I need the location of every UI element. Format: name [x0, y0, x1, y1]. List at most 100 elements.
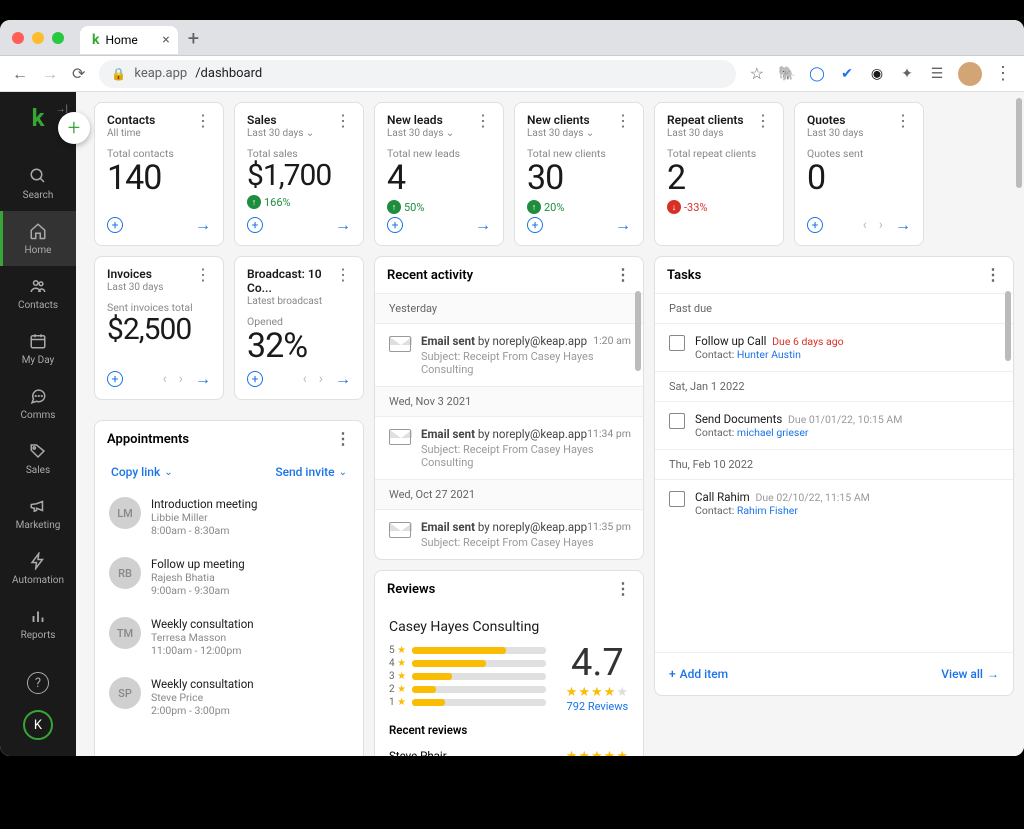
browser-menu-icon[interactable]: ⋮ — [994, 63, 1012, 84]
appointment-item[interactable]: SPWeekly consultationSteve Price2:00pm -… — [107, 667, 351, 727]
side-nav: →| k + SearchHomeContactsMy DayCommsSale… — [0, 92, 76, 756]
kpi-menu-icon[interactable]: ⋮ — [335, 267, 351, 283]
next-icon[interactable]: › — [179, 371, 183, 387]
browser-profile-avatar[interactable] — [958, 62, 982, 86]
activity-menu-icon[interactable]: ⋮ — [615, 267, 631, 283]
kpi-repeat-clients: Repeat clientsLast 30 days⋮Total repeat … — [654, 102, 784, 246]
ext-4-icon[interactable]: ◉ — [868, 65, 886, 83]
help-button[interactable]: ? — [27, 672, 49, 694]
url-field[interactable]: 🔒 keap.app/dashboard — [99, 60, 735, 88]
kpi-menu-icon[interactable]: ⋮ — [475, 113, 491, 129]
reviews-count-link[interactable]: 792 Reviews — [566, 700, 629, 713]
kpi-value: 2 — [667, 158, 771, 198]
maximize-window[interactable] — [52, 32, 64, 44]
prev-icon[interactable]: ‹ — [863, 217, 867, 233]
mail-icon — [389, 522, 411, 538]
task-item[interactable]: Send Documents Due 01/01/22, 10:15 AMCon… — [655, 401, 1013, 449]
task-checkbox[interactable] — [669, 413, 685, 429]
kpi-menu-icon[interactable]: ⋮ — [335, 113, 351, 129]
nav-home[interactable]: Home — [0, 211, 76, 266]
browser-window: k Home × + ← → ⟳ 🔒 keap.app/dashboard ☆ … — [0, 20, 1024, 756]
task-checkbox[interactable] — [669, 491, 685, 507]
arrow-right-icon[interactable]: → — [615, 215, 631, 235]
activity-date-header: Wed, Nov 3 2021 — [375, 386, 643, 416]
calendar-icon — [29, 331, 47, 351]
ext-2-icon[interactable]: ◯ — [808, 65, 826, 83]
add-icon[interactable]: + — [247, 371, 263, 387]
scrollbar[interactable] — [1005, 291, 1011, 361]
recent-review-item[interactable]: Steve Phair★★★★★ — [389, 743, 629, 756]
add-icon[interactable]: + — [247, 217, 263, 233]
forward-button[interactable]: → — [42, 64, 58, 84]
nav-marketing[interactable]: Marketing — [0, 486, 76, 541]
appointment-item[interactable]: LMIntroduction meetingLibbie Miller8:00a… — [107, 487, 351, 547]
kpi-menu-icon[interactable]: ⋮ — [755, 113, 771, 129]
scrollbar[interactable] — [635, 291, 641, 371]
back-button[interactable]: ← — [12, 64, 28, 84]
task-date-header: Past due — [655, 293, 1013, 323]
ext-puzzle-icon[interactable]: ✦ — [898, 65, 916, 83]
kpi-quotes: QuotesLast 30 days⋮Quotes sent0+‹›→ — [794, 102, 924, 246]
nav-contacts[interactable]: Contacts — [0, 266, 76, 321]
add-icon[interactable]: + — [527, 217, 543, 233]
reviews-menu-icon[interactable]: ⋮ — [615, 581, 631, 597]
quick-add-button[interactable]: + — [58, 112, 90, 144]
task-item[interactable]: Follow up Call Due 6 days agoContact: Hu… — [655, 323, 1013, 371]
ext-evernote-icon[interactable]: 🐘 — [778, 65, 796, 83]
nav-reports[interactable]: Reports — [0, 596, 76, 651]
view-all-tasks-button[interactable]: View all → — [941, 667, 999, 681]
kpi-menu-icon[interactable]: ⋮ — [195, 267, 211, 283]
copy-link-button[interactable]: Copy link ⌄ — [111, 465, 173, 479]
arrow-right-icon[interactable]: → — [335, 369, 351, 389]
activity-item[interactable]: Email sent by noreply@keap.appSubject: R… — [375, 509, 643, 559]
app-logo[interactable]: k — [18, 104, 58, 132]
tasks-menu-icon[interactable]: ⋮ — [985, 267, 1001, 283]
task-item[interactable]: Call Rahim Due 02/10/22, 11:15 AMContact… — [655, 479, 1013, 527]
reload-button[interactable]: ⟳ — [72, 64, 85, 83]
appointments-menu-icon[interactable]: ⋮ — [335, 431, 351, 447]
prev-icon[interactable]: ‹ — [163, 371, 167, 387]
kpi-contacts: ContactsAll time⋮Total contacts140+→ — [94, 102, 224, 246]
task-checkbox[interactable] — [669, 335, 685, 351]
close-tab-icon[interactable]: × — [162, 32, 169, 48]
browser-tab[interactable]: k Home × — [80, 26, 178, 54]
nav-search[interactable]: Search — [0, 156, 76, 211]
close-window[interactable] — [12, 32, 24, 44]
nav-automation[interactable]: Automation — [0, 541, 76, 596]
kpi-menu-icon[interactable]: ⋮ — [195, 113, 211, 129]
activity-item[interactable]: Email sent by noreply@keap.appSubject: R… — [375, 323, 643, 386]
ext-list-icon[interactable]: ☰ — [928, 65, 946, 83]
add-icon[interactable]: + — [107, 217, 123, 233]
arrow-right-icon[interactable]: → — [475, 215, 491, 235]
nav-sales[interactable]: Sales — [0, 431, 76, 486]
add-icon[interactable]: + — [807, 217, 823, 233]
kpi-menu-icon[interactable]: ⋮ — [615, 113, 631, 129]
kpi-menu-icon[interactable]: ⋮ — [895, 113, 911, 129]
arrow-right-icon[interactable]: → — [895, 215, 911, 235]
add-task-button[interactable]: + Add item — [669, 667, 728, 681]
minimize-window[interactable] — [32, 32, 44, 44]
ext-3-icon[interactable]: ✔ — [838, 65, 856, 83]
scrollbar[interactable] — [1016, 98, 1022, 188]
appointment-item[interactable]: TMWeekly consultationTerresa Masson11:00… — [107, 607, 351, 667]
add-icon[interactable]: + — [387, 217, 403, 233]
nav-comms[interactable]: Comms — [0, 376, 76, 431]
next-icon[interactable]: › — [319, 371, 323, 387]
nav-my-day[interactable]: My Day — [0, 321, 76, 376]
contact-link[interactable]: michael grieser — [737, 426, 809, 439]
prev-icon[interactable]: ‹ — [303, 371, 307, 387]
contact-link[interactable]: Rahim Fisher — [737, 504, 798, 517]
reviews-distribution: 5 ★4 ★3 ★2 ★1 ★ — [389, 645, 546, 710]
appointment-item[interactable]: RBFollow up meetingRajesh Bhatia9:00am -… — [107, 547, 351, 607]
arrow-right-icon[interactable]: → — [335, 215, 351, 235]
new-tab-button[interactable]: + — [188, 26, 199, 50]
send-invite-button[interactable]: Send invite ⌄ — [275, 465, 347, 479]
arrow-right-icon[interactable]: → — [195, 369, 211, 389]
bookmark-icon[interactable]: ☆ — [750, 64, 764, 83]
add-icon[interactable]: + — [107, 371, 123, 387]
contact-link[interactable]: Hunter Austin — [737, 348, 801, 361]
next-icon[interactable]: › — [879, 217, 883, 233]
activity-item[interactable]: Email sent by noreply@keap.appSubject: R… — [375, 416, 643, 479]
arrow-right-icon[interactable]: → — [195, 215, 211, 235]
profile-button[interactable]: K — [23, 710, 53, 740]
